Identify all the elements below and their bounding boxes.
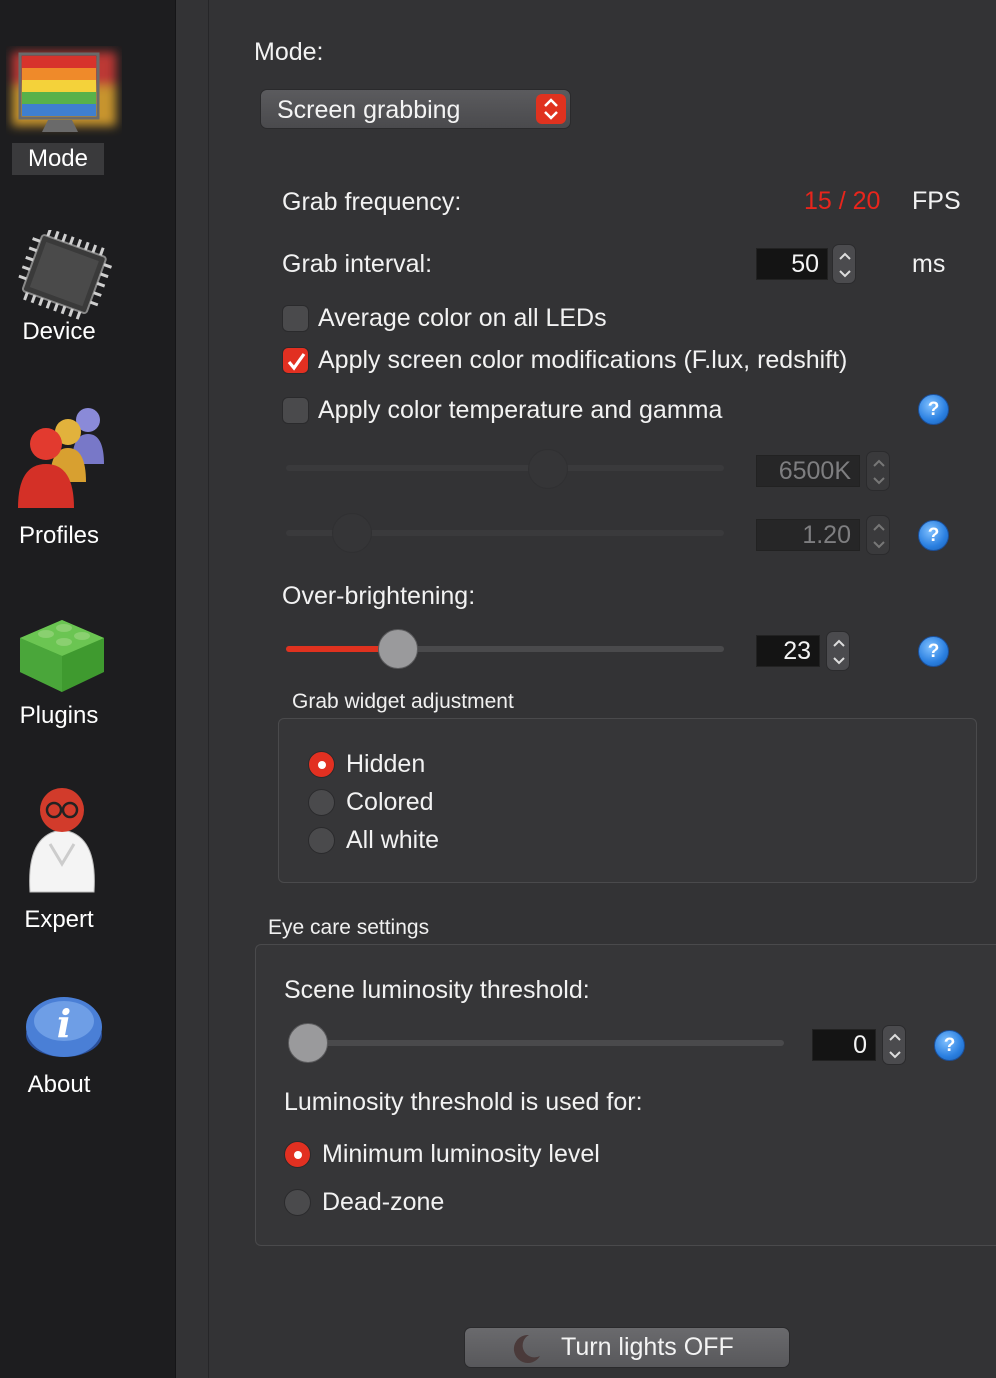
help-icon[interactable]: ?	[934, 1030, 965, 1061]
min-luminosity-label: Minimum luminosity level	[322, 1140, 600, 1168]
grab-interval-value[interactable]: 50	[756, 248, 828, 280]
temp-gamma-label: Apply color temperature and gamma	[318, 396, 723, 424]
sidebar-item-label: Expert	[24, 906, 94, 933]
scene-threshold-value[interactable]: 0	[812, 1029, 876, 1061]
eye-care-title: Eye care settings	[268, 916, 430, 939]
overbrightening-value[interactable]: 23	[756, 635, 820, 667]
scene-threshold-spinbox[interactable]: 0	[812, 1025, 908, 1065]
grab-widget-allwhite-label: All white	[346, 826, 440, 854]
grab-interval-spinbox[interactable]: 50	[756, 244, 858, 284]
average-color-checkbox[interactable]	[282, 305, 309, 332]
sidebar-item-about[interactable]: i About	[0, 985, 176, 1110]
temp-gamma-checkbox[interactable]	[282, 397, 309, 424]
overbrightening-spinbox[interactable]: 23	[756, 631, 852, 671]
screen-mods-label: Apply screen color modifications (F.lux,…	[318, 346, 848, 374]
help-icon[interactable]: ?	[918, 520, 949, 551]
screen-mods-checkbox[interactable]	[282, 347, 309, 374]
ms-unit: ms	[912, 250, 946, 278]
mode-select[interactable]: Screen grabbing	[260, 89, 571, 129]
grab-widget-colored-radio[interactable]	[308, 789, 335, 816]
grab-widget-allwhite-radio[interactable]	[308, 827, 335, 854]
temperature-slider-handle[interactable]	[528, 449, 568, 489]
spin-arrows-icon[interactable]	[866, 451, 890, 491]
scene-threshold-label: Scene luminosity threshold:	[284, 976, 590, 1004]
min-luminosity-radio[interactable]	[284, 1141, 311, 1168]
grab-widget-title: Grab widget adjustment	[292, 690, 514, 713]
turn-lights-off-button[interactable]: Turn lights OFF	[464, 1327, 790, 1368]
grab-frequency-label: Grab frequency:	[282, 188, 462, 216]
dead-zone-label: Dead-zone	[322, 1188, 445, 1216]
grab-frequency-value: 15 / 20	[804, 187, 881, 215]
sidebar-item-label: Device	[22, 318, 96, 345]
spin-arrows-icon[interactable]	[882, 1025, 906, 1065]
sidebar-item-label: Mode	[12, 143, 104, 175]
spin-arrows-icon[interactable]	[866, 515, 890, 555]
checkmark-icon	[287, 353, 306, 371]
chip-icon	[18, 230, 113, 320]
used-for-label: Luminosity threshold is used for:	[284, 1088, 643, 1116]
spin-arrows-icon[interactable]	[826, 631, 850, 671]
gamma-value[interactable]: 1.20	[756, 519, 860, 551]
temperature-spinbox[interactable]: 6500K	[756, 451, 890, 491]
sidebar-item-label: Plugins	[19, 702, 99, 729]
grab-widget-colored-label: Colored	[346, 788, 434, 816]
dead-zone-radio[interactable]	[284, 1189, 311, 1216]
sidebar-item-plugins[interactable]: Plugins	[0, 600, 176, 735]
overbrightening-slider-fill	[286, 646, 386, 652]
grab-interval-label: Grab interval:	[282, 250, 433, 278]
sidebar-item-mode[interactable]: Mode	[0, 40, 176, 180]
mode-select-value: Screen grabbing	[277, 96, 461, 124]
lego-brick-icon	[20, 620, 104, 692]
scene-threshold-slider-handle[interactable]	[288, 1023, 328, 1063]
mode-label: Mode:	[254, 38, 324, 66]
grab-widget-hidden-label: Hidden	[346, 750, 426, 778]
scientist-icon	[29, 788, 95, 893]
info-icon: i	[26, 997, 102, 1057]
people-icon	[18, 408, 104, 508]
sidebar-item-profiles[interactable]: Profiles	[0, 400, 176, 555]
gamma-slider-handle[interactable]	[332, 513, 372, 553]
spin-arrows-icon[interactable]	[832, 244, 856, 284]
scene-threshold-slider[interactable]	[300, 1040, 784, 1046]
overbrightening-slider-handle[interactable]	[378, 629, 418, 669]
monitor-rainbow-icon	[12, 52, 116, 132]
divider	[208, 0, 209, 1378]
sidebar-item-device[interactable]: Device	[0, 220, 176, 350]
sidebar-item-label: About	[27, 1071, 91, 1098]
svg-text:i: i	[57, 1001, 71, 1046]
overbrightening-label: Over-brightening:	[282, 582, 476, 610]
temperature-slider[interactable]	[286, 465, 724, 471]
help-icon[interactable]: ?	[918, 394, 949, 425]
moon-icon	[513, 1334, 540, 1363]
sidebar: Mode Device Profiles Plugins Expert i Ab…	[0, 0, 176, 1378]
sidebar-item-expert[interactable]: Expert	[0, 780, 176, 940]
average-color-label: Average color on all LEDs	[318, 304, 607, 332]
grab-widget-hidden-radio[interactable]	[308, 751, 335, 778]
sidebar-item-label: Profiles	[18, 522, 100, 549]
updown-chevron-icon	[536, 94, 566, 124]
gamma-spinbox[interactable]: 1.20	[756, 515, 890, 555]
help-icon[interactable]: ?	[918, 636, 949, 667]
turn-lights-off-label: Turn lights OFF	[561, 1333, 734, 1361]
temperature-value[interactable]: 6500K	[756, 455, 860, 487]
fps-unit: FPS	[912, 187, 961, 215]
